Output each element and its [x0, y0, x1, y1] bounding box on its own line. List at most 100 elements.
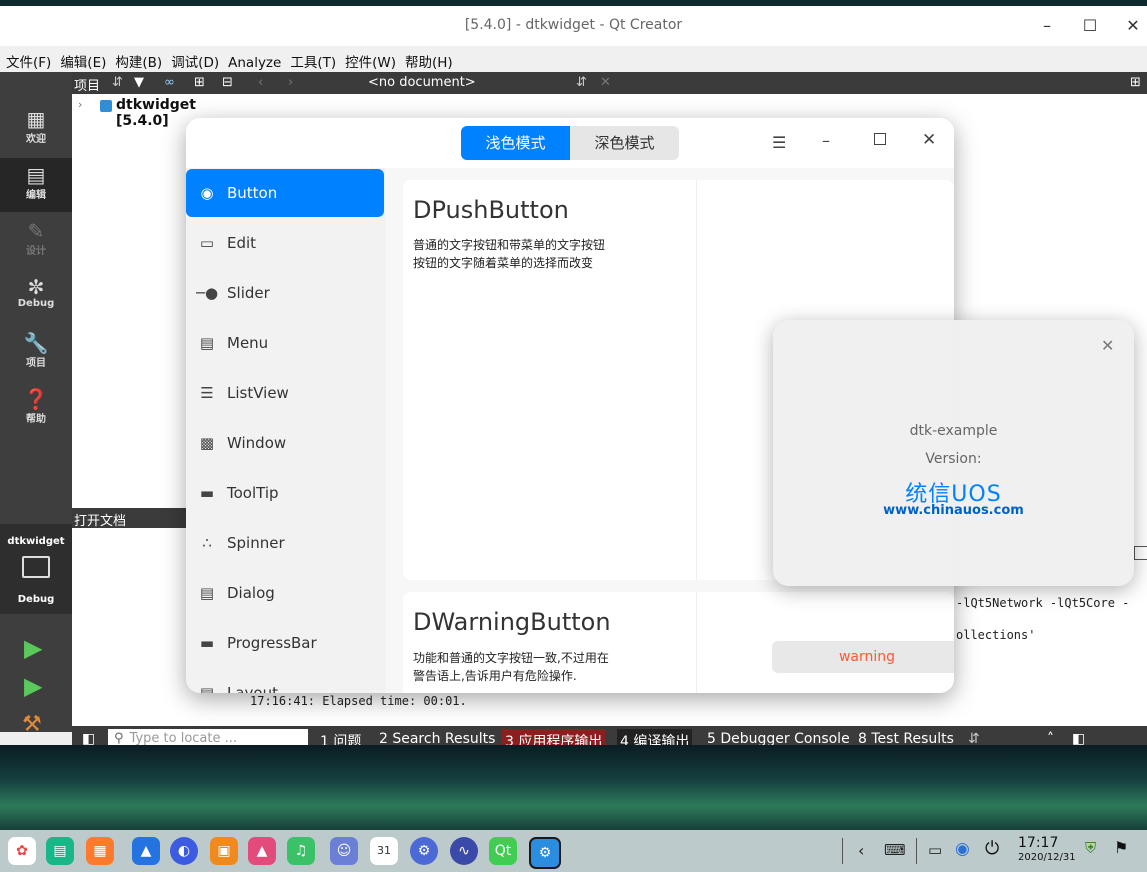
- hamburger-menu-icon[interactable]: ☰: [772, 133, 786, 152]
- minimize-icon[interactable]: –: [822, 131, 830, 150]
- browser-icon[interactable]: ◐: [170, 837, 198, 865]
- split-editor-icon[interactable]: ⊞: [1130, 75, 1141, 90]
- menu-help[interactable]: 帮助(H): [399, 46, 456, 71]
- window-icon: ▩: [199, 434, 215, 452]
- mode-edit[interactable]: ▤ 编辑: [0, 158, 72, 212]
- menu-tools[interactable]: 工具(T): [284, 46, 339, 71]
- toggle-icon: ◉: [200, 184, 214, 202]
- chevron-updown-icon[interactable]: ⇵: [112, 75, 123, 90]
- menu-file[interactable]: 文件(F): [0, 46, 54, 71]
- grid-icon: ▦: [26, 107, 46, 131]
- expand-arrow-icon[interactable]: ›: [78, 98, 82, 111]
- calendar-icon[interactable]: 31: [370, 837, 398, 865]
- taskbar-divider: [842, 838, 843, 864]
- widget-navigation: ◉ Button ▭ Edit ─● Slider ▤ Menu ☰ ListView ▩…: [186, 168, 386, 693]
- menu-build[interactable]: 构建(B): [109, 46, 165, 71]
- run-icon[interactable]: ▶: [24, 634, 42, 662]
- close-button[interactable]: ✕: [1121, 14, 1145, 38]
- mode-help[interactable]: ❓ 帮助: [0, 382, 72, 436]
- debug-run-icon[interactable]: ▶: [24, 672, 42, 700]
- maximize-button[interactable]: ☐: [1078, 14, 1102, 38]
- card-description: 普通的文字按钮和带菜单的文字按钮: [413, 238, 606, 252]
- chevron-updown-icon[interactable]: ⇵: [576, 75, 587, 90]
- warning-button[interactable]: warning: [772, 641, 954, 673]
- monitor-icon: [22, 556, 50, 578]
- split-icon[interactable]: ⊞: [194, 75, 205, 90]
- mode-design[interactable]: ✎ 设计: [0, 214, 72, 268]
- nav-item-spinner[interactable]: ∴ Spinner: [186, 519, 384, 567]
- card-description: 警告语上,告诉用户有危险操作.: [413, 669, 577, 683]
- notification-bell-icon[interactable]: ⚑: [1114, 838, 1128, 857]
- contacts-icon[interactable]: ☺: [330, 837, 358, 865]
- nav-item-edit[interactable]: ▭ Edit: [186, 219, 384, 267]
- kit-selector[interactable]: dtkwidget Debug: [0, 524, 72, 614]
- card-description: 功能和普通的文字按钮一致,不过用在: [413, 651, 609, 665]
- close-document-icon[interactable]: ✕: [600, 75, 611, 90]
- keyboard-icon[interactable]: ⌨: [884, 841, 906, 859]
- about-website-link[interactable]: www.chinauos.com: [773, 503, 1134, 518]
- forward-icon[interactable]: ›: [288, 75, 293, 90]
- clock-date[interactable]: 2020/12/31: [1018, 852, 1076, 863]
- slider-icon: ─●: [196, 284, 219, 302]
- dtk-title-bar: 浅色模式 深色模式 ☰ – ✕: [186, 118, 954, 168]
- nav-item-menu[interactable]: ▤ Menu: [186, 319, 384, 367]
- power-icon[interactable]: ⏻: [985, 838, 999, 859]
- build-hammer-icon[interactable]: ⚒: [22, 712, 42, 737]
- nav-item-button[interactable]: ◉ Button: [186, 169, 384, 217]
- close-icon[interactable]: ✕: [922, 130, 936, 150]
- launcher-icon[interactable]: ✿: [8, 837, 36, 865]
- nav-item-progressbar[interactable]: ▬ ProgressBar: [186, 619, 384, 667]
- projects-dropdown[interactable]: 项目: [74, 75, 100, 94]
- filter-icon[interactable]: ▼: [134, 75, 144, 90]
- settings-icon[interactable]: ⚙: [410, 837, 438, 865]
- nav-item-slider[interactable]: ─● Slider: [186, 269, 384, 317]
- link-icon[interactable]: ∞: [164, 75, 175, 90]
- dtk-example-icon[interactable]: ⚙: [529, 837, 561, 869]
- nav-item-listview[interactable]: ☰ ListView: [186, 369, 384, 417]
- qt-creator-icon[interactable]: Qt: [489, 837, 517, 865]
- display-icon[interactable]: ▭: [928, 841, 942, 859]
- about-dialog: ✕ dtk-example Version: 统信UOS www.chinauo…: [773, 320, 1134, 586]
- nav-item-tooltip[interactable]: ▬ ToolTip: [186, 469, 384, 517]
- file-manager-icon[interactable]: ▲: [132, 837, 160, 865]
- menu-analyze[interactable]: Analyze: [222, 50, 284, 71]
- open-documents-title[interactable]: 打开文档: [74, 510, 126, 529]
- close-icon[interactable]: ✕: [1101, 336, 1114, 355]
- clock-time[interactable]: 17:17: [1018, 835, 1058, 851]
- menu-widgets[interactable]: 控件(W): [339, 46, 399, 71]
- dialog-icon: ▤: [199, 584, 215, 602]
- nav-item-layout[interactable]: ▤ Layout: [186, 669, 384, 693]
- kit-name: dtkwidget: [7, 536, 65, 547]
- workspace-icon[interactable]: ▦: [86, 837, 114, 865]
- mode-debug[interactable]: ✼ Debug: [0, 270, 72, 324]
- multitask-icon[interactable]: ▤: [46, 837, 74, 865]
- system-monitor-icon[interactable]: ∿: [450, 837, 478, 865]
- menu-debug[interactable]: 调试(D): [165, 46, 222, 71]
- chevron-left-icon[interactable]: ‹: [858, 841, 864, 860]
- music-icon[interactable]: ♫: [287, 837, 315, 865]
- desktop-wallpaper: [0, 745, 1147, 832]
- security-shield-icon[interactable]: ⛨: [1085, 839, 1096, 857]
- dark-mode-button[interactable]: 深色模式: [570, 126, 679, 160]
- output-line: 17:16:41: Elapsed time: 00:01.: [250, 694, 467, 708]
- document-selector[interactable]: <no document>: [368, 75, 476, 90]
- menu-icon: ▤: [199, 334, 215, 352]
- mode-projects[interactable]: 🔧 项目: [0, 326, 72, 380]
- nav-item-dialog[interactable]: ▤ Dialog: [186, 569, 384, 617]
- app-store-icon[interactable]: ▣: [210, 837, 238, 865]
- pane-toggle-icon[interactable]: [1134, 546, 1147, 560]
- about-version: Version:: [925, 451, 982, 467]
- maximize-icon[interactable]: [874, 133, 886, 145]
- mode-sidebar: ▦ 欢迎 ▤ 编辑 ✎ 设计 ✼ Debug 🔧 项目 ❓ 帮助 dtkwidget Deb…: [0, 72, 72, 737]
- light-mode-button[interactable]: 浅色模式: [461, 126, 570, 160]
- close-pane-icon[interactable]: ⊟: [222, 75, 233, 90]
- network-icon[interactable]: ◉: [955, 839, 970, 859]
- image-viewer-icon[interactable]: ▲: [248, 837, 276, 865]
- mode-welcome[interactable]: ▦ 欢迎: [0, 102, 72, 156]
- back-icon[interactable]: ‹: [258, 75, 263, 90]
- nav-item-window[interactable]: ▩ Window: [186, 419, 384, 467]
- window-title: [5.4.0] - dtkwidget - Qt Creator: [464, 17, 683, 33]
- minimize-button[interactable]: –: [1035, 14, 1059, 38]
- menu-edit[interactable]: 编辑(E): [54, 46, 109, 71]
- pencil-icon: ✎: [27, 219, 45, 243]
